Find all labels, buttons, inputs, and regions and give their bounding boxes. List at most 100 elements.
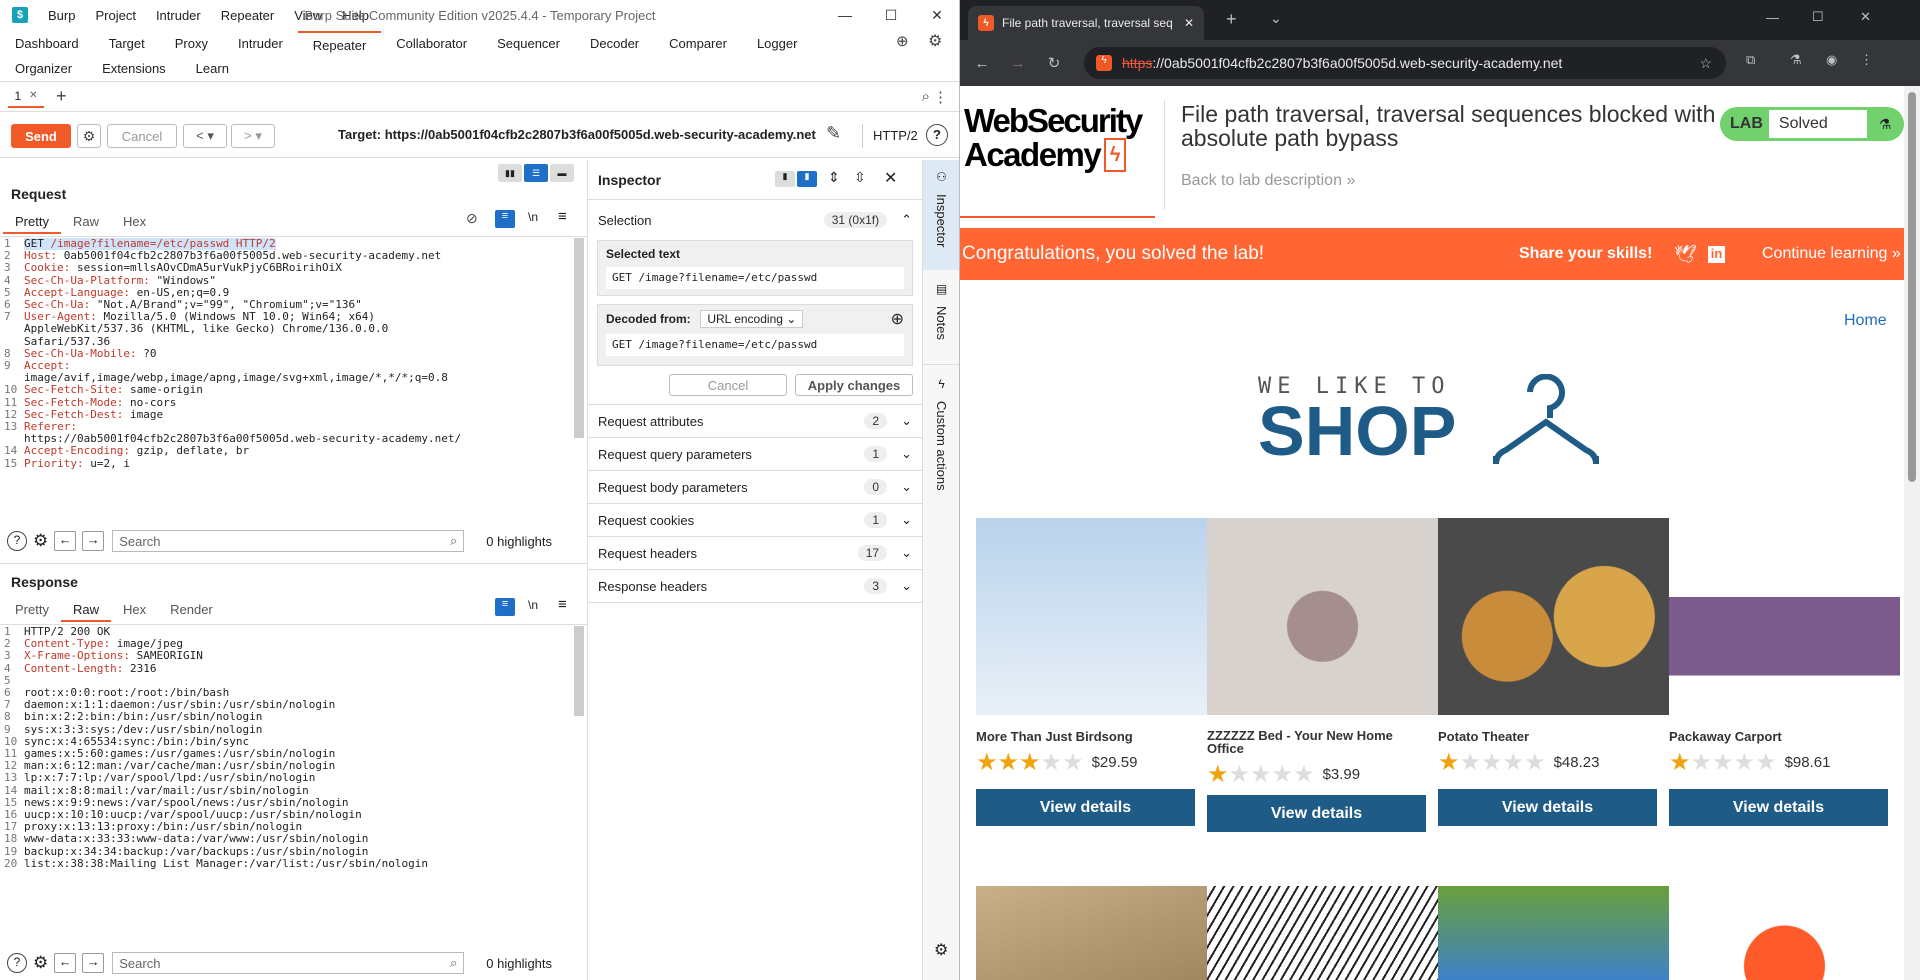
- inspector-section[interactable]: Request query parameters 1 ⌄: [588, 438, 922, 471]
- main-tab[interactable]: Sequencer: [482, 31, 575, 56]
- selection-row[interactable]: Selection 31 (0x1f) ⌃: [588, 200, 922, 240]
- view-details-button[interactable]: View details: [976, 789, 1195, 826]
- main-tab[interactable]: Target: [94, 31, 160, 56]
- view-tab[interactable]: Hex: [111, 212, 158, 234]
- help-icon[interactable]: ?: [7, 531, 27, 551]
- scroll-thumb[interactable]: [1908, 92, 1916, 482]
- app-menu-item[interactable]: Help: [332, 8, 379, 23]
- main-tab[interactable]: Proxy: [160, 31, 223, 56]
- maximize-icon[interactable]: ☐: [868, 0, 914, 30]
- back-history-button[interactable]: < ▾: [183, 124, 227, 148]
- maximize-icon[interactable]: ☐: [1812, 9, 1824, 25]
- wrap-lines-icon[interactable]: ≡: [495, 598, 515, 616]
- tab-close-icon[interactable]: ✕: [1184, 16, 1194, 30]
- search-prev-icon[interactable]: ←: [54, 531, 77, 551]
- view-details-button[interactable]: View details: [1438, 789, 1657, 826]
- inspector-section[interactable]: Request headers 17 ⌄: [588, 537, 922, 570]
- view-tab[interactable]: Raw: [61, 212, 111, 234]
- twitter-icon[interactable]: 🕊: [1674, 244, 1697, 265]
- view-tab[interactable]: Pretty: [3, 212, 61, 234]
- url-input[interactable]: ϟ https://0ab5001f04cfb2c2807b3f6a00f500…: [1084, 47, 1726, 79]
- search-settings-icon[interactable]: ⚙: [33, 953, 48, 973]
- main-tab[interactable]: Organizer: [0, 56, 87, 81]
- layout-split-icon[interactable]: ▮▮: [498, 164, 522, 182]
- close-icon[interactable]: ✕: [914, 0, 959, 30]
- apply-changes-button[interactable]: Apply changes: [795, 374, 913, 396]
- main-tab[interactable]: Repeater: [297, 31, 382, 56]
- side-tab-notes[interactable]: ▤ Notes: [923, 270, 959, 365]
- search-next-icon[interactable]: →: [82, 953, 105, 973]
- newline-icon[interactable]: \n: [528, 210, 538, 224]
- inspector-cancel-button[interactable]: Cancel: [669, 374, 787, 396]
- extensions-icon[interactable]: ⧉: [1746, 52, 1755, 68]
- selected-text-value[interactable]: GET /image?filename=/etc/passwd: [606, 267, 904, 289]
- view-tab[interactable]: Pretty: [3, 600, 61, 622]
- app-menu-item[interactable]: Intruder: [146, 8, 211, 23]
- view-tab[interactable]: Raw: [60, 600, 111, 622]
- request-scrollbar[interactable]: [574, 238, 584, 438]
- strip-settings-icon[interactable]: ⚙: [934, 940, 948, 960]
- back-to-lab-link[interactable]: Back to lab description »: [1181, 172, 1355, 190]
- add-icon[interactable]: ⊕: [891, 309, 904, 329]
- tab-search-icon[interactable]: ⌄: [1270, 10, 1282, 27]
- view-details-button[interactable]: View details: [1669, 789, 1888, 826]
- app-menu-item[interactable]: View: [284, 8, 332, 23]
- add-tab-icon[interactable]: +: [56, 86, 67, 107]
- browser-menu-icon[interactable]: ⋮: [1860, 52, 1873, 68]
- new-tab-icon[interactable]: +: [1226, 9, 1237, 30]
- product-image[interactable]: [976, 886, 1207, 980]
- editor-menu-icon[interactable]: ≡: [558, 208, 567, 225]
- newline-icon[interactable]: \n: [528, 598, 538, 612]
- request-search-input[interactable]: Search ⌕: [112, 530, 465, 552]
- layout-stack-icon[interactable]: ☰: [524, 164, 548, 182]
- app-menu-item[interactable]: Burp: [38, 8, 85, 23]
- search-settings-icon[interactable]: ⚙: [33, 531, 48, 551]
- response-editor[interactable]: 1 HTTP/2 200 OK 2 Content-Type: image/jpeg 3…: [2, 626, 572, 914]
- product-image[interactable]: [976, 518, 1207, 715]
- view-tab[interactable]: Render: [158, 600, 225, 622]
- product-image[interactable]: [1207, 518, 1438, 715]
- view-details-button[interactable]: View details: [1207, 795, 1426, 832]
- back-icon[interactable]: ←: [964, 55, 1000, 72]
- product-image[interactable]: [1207, 886, 1438, 980]
- collapse-all-icon[interactable]: ⇳: [854, 169, 866, 186]
- continue-learning-link[interactable]: Continue learning »: [1762, 245, 1901, 263]
- inspector-layout-icon[interactable]: ▮: [775, 171, 795, 187]
- search-next-icon[interactable]: →: [82, 531, 105, 551]
- close-icon[interactable]: ✕: [1860, 9, 1871, 25]
- decoded-from-select[interactable]: URL encoding ⌄: [700, 310, 804, 328]
- inspector-section[interactable]: Request body parameters 0 ⌄: [588, 471, 922, 504]
- editor-menu-icon[interactable]: ≡: [558, 596, 567, 613]
- main-tab[interactable]: Dashboard: [0, 31, 94, 56]
- main-tab[interactable]: Decoder: [575, 31, 654, 56]
- browser-tab[interactable]: ϟ File path traversal, traversal seq ✕: [968, 6, 1204, 40]
- inspector-section[interactable]: Request cookies 1 ⌄: [588, 504, 922, 537]
- bookmark-star-icon[interactable]: ☆: [1699, 55, 1712, 72]
- home-link[interactable]: Home: [1844, 312, 1887, 330]
- search-prev-icon[interactable]: ←: [54, 953, 77, 973]
- hide-nonprintable-icon[interactable]: ⊘: [466, 210, 478, 227]
- forward-icon[interactable]: →: [1000, 55, 1036, 72]
- globe-icon[interactable]: ⊕: [896, 32, 909, 50]
- product-image[interactable]: [1438, 886, 1669, 980]
- response-scrollbar[interactable]: [574, 626, 584, 716]
- wrap-lines-icon[interactable]: ≡: [495, 210, 515, 228]
- main-tab[interactable]: Learn: [181, 56, 244, 81]
- decoded-text-value[interactable]: GET /image?filename=/etc/passwd: [606, 334, 904, 356]
- main-tab[interactable]: Intruder: [223, 31, 298, 56]
- send-settings-icon[interactable]: ⚙: [77, 124, 101, 148]
- main-tab[interactable]: Comparer: [654, 31, 742, 56]
- minimize-icon[interactable]: —: [1766, 10, 1779, 25]
- side-tab-custom-actions[interactable]: ϟ Custom actions: [923, 365, 959, 515]
- labs-icon[interactable]: ⚗: [1790, 52, 1802, 68]
- search-tabs-icon[interactable]: ⌕: [922, 88, 930, 105]
- cancel-button[interactable]: Cancel: [107, 124, 177, 148]
- inspector-section[interactable]: Request attributes 2 ⌄: [588, 405, 922, 438]
- http-version[interactable]: HTTP/2: [862, 124, 918, 148]
- forward-history-button[interactable]: > ▾: [231, 124, 275, 148]
- product-image[interactable]: [1669, 886, 1900, 980]
- app-menu-item[interactable]: Repeater: [211, 8, 284, 23]
- app-menu-item[interactable]: Project: [85, 8, 145, 23]
- minimize-icon[interactable]: —: [822, 0, 868, 30]
- tab-close-icon[interactable]: ✕: [29, 90, 37, 101]
